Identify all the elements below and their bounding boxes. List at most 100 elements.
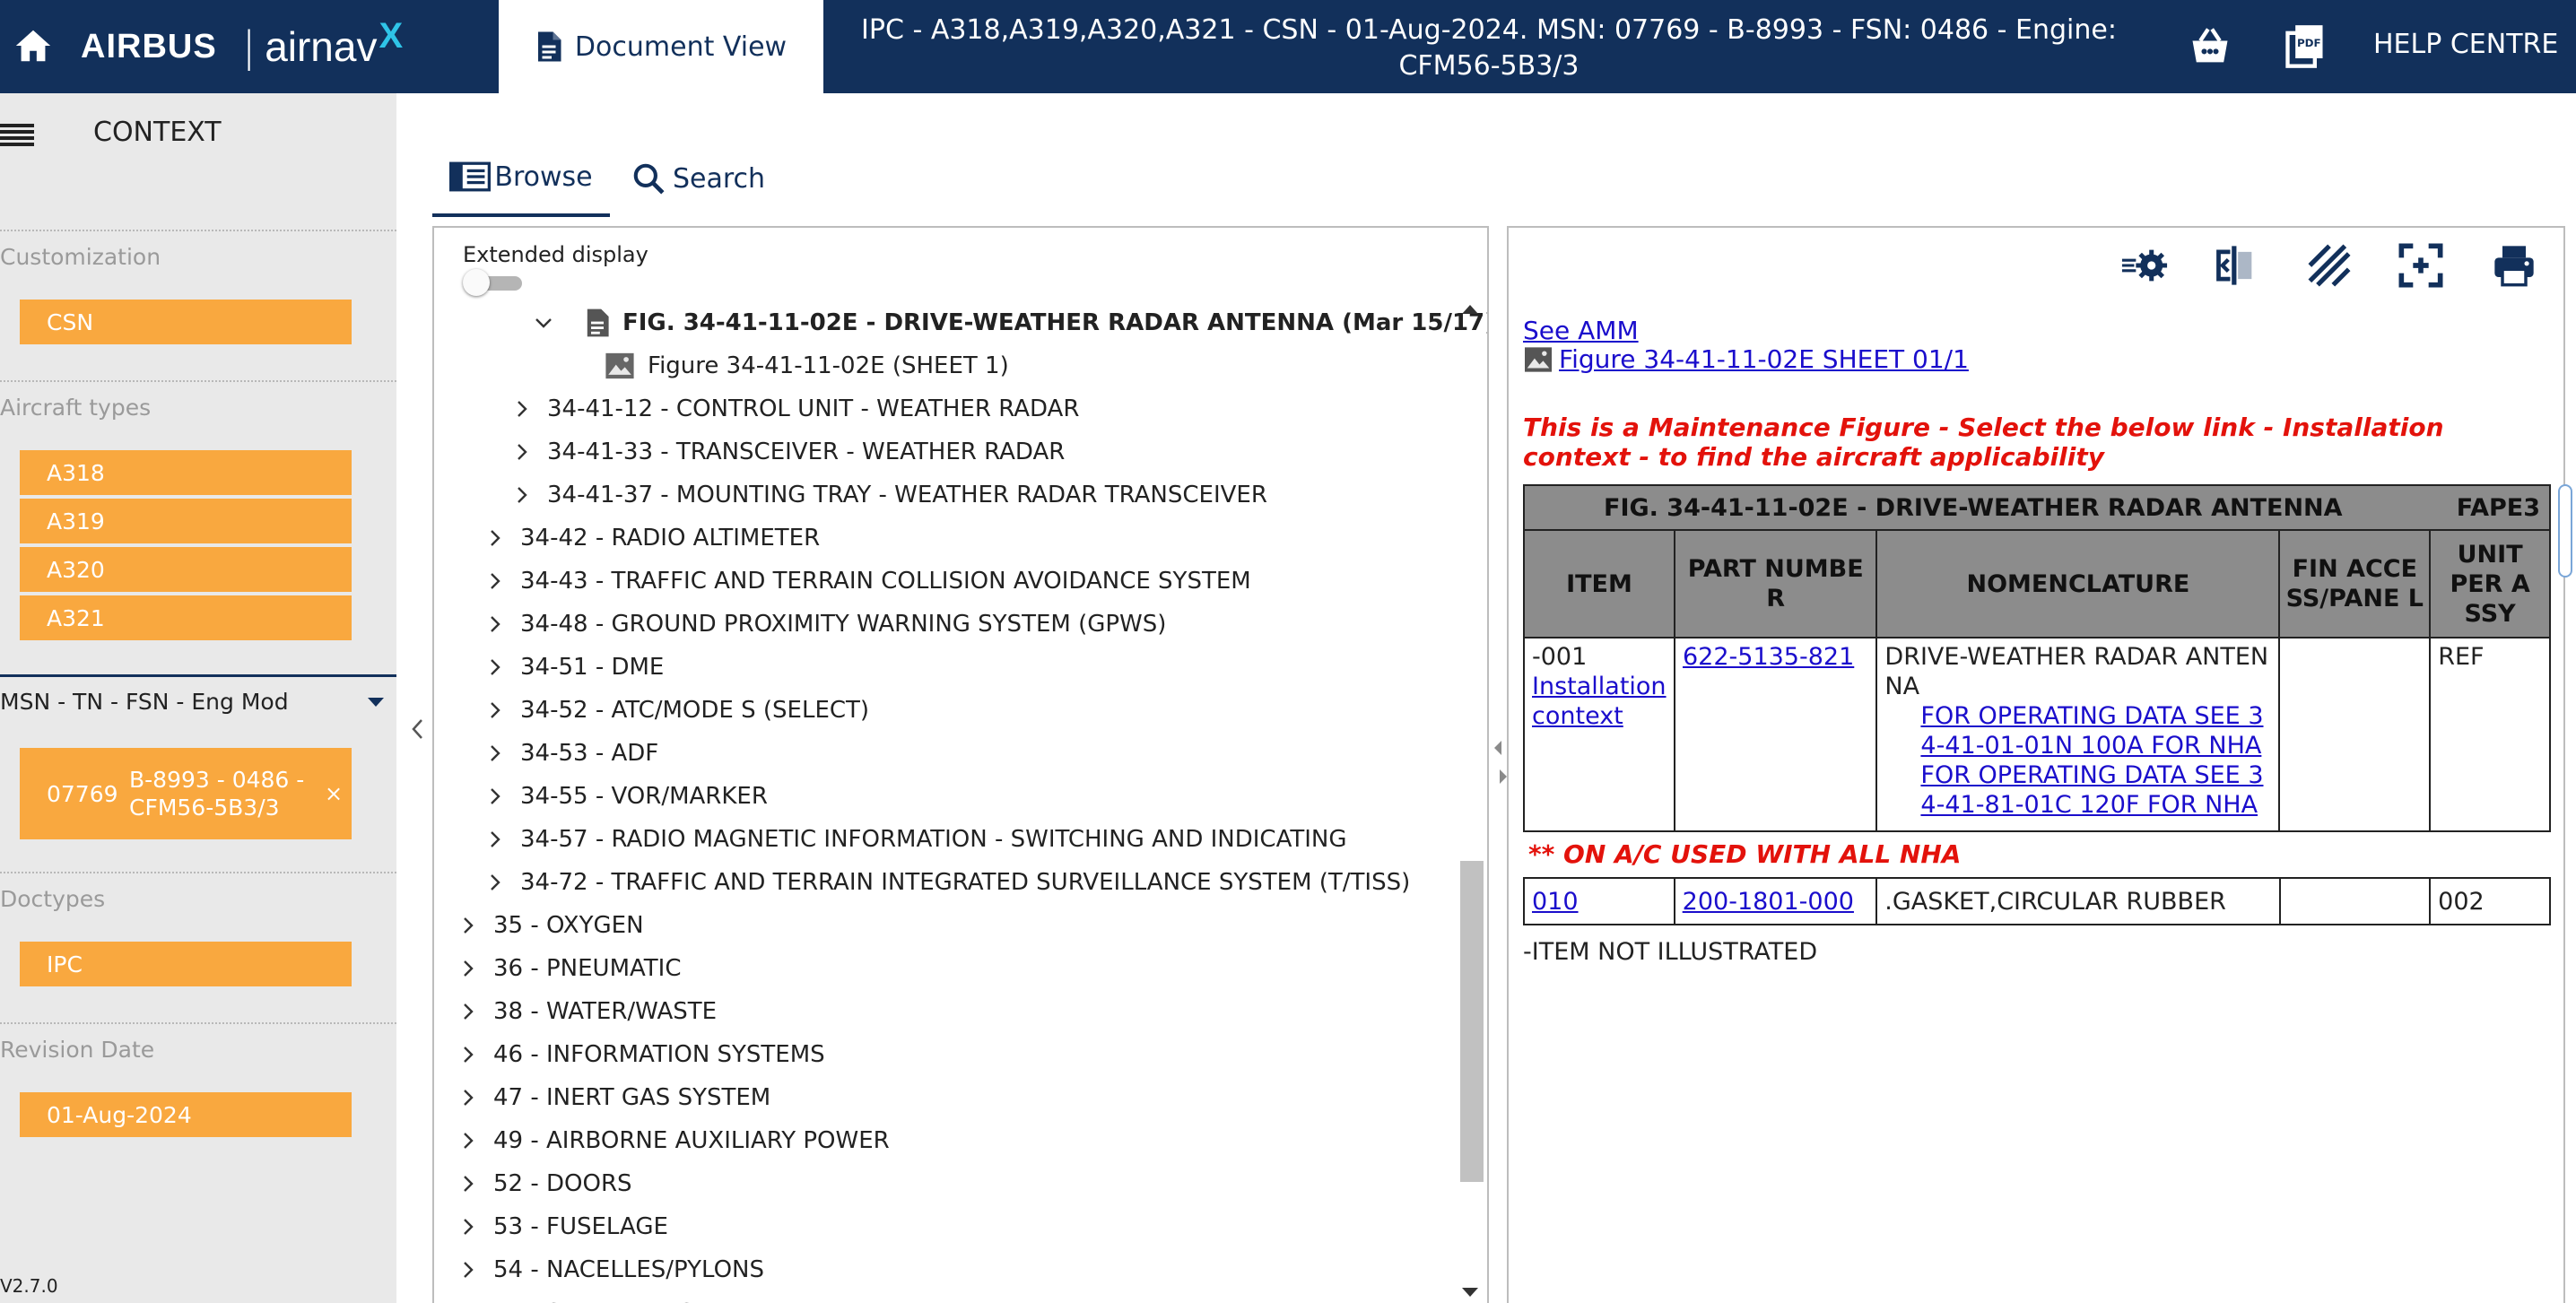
chevron-right-icon[interactable] [457,915,479,936]
chevron-right-icon[interactable] [457,1001,479,1022]
table-row: 010 200-1801-000 .GASKET,CIRCULAR RUBBER… [1523,877,2551,925]
tree-node[interactable]: Figure 34-41-11-02E (SHEET 1) [605,344,1009,387]
chevron-right-icon[interactable] [484,570,506,592]
msn-dropdown-caret-icon[interactable] [368,698,384,707]
chevron-right-icon[interactable] [511,398,533,420]
revision-date-chip[interactable]: 01-Aug-2024 [20,1092,352,1137]
pdf-icon-label: PDF [2297,37,2321,49]
tree-node[interactable]: 34-43 - TRAFFIC AND TERRAIN COLLISION AV… [484,560,1251,603]
part-number-link[interactable]: 200-1801-000 [1683,888,1854,916]
msn-remove-icon[interactable]: × [325,781,343,806]
tree-node-label: 55 - STABILIZERS [493,1299,694,1303]
tree-node[interactable]: 34-41-12 - CONTROL UNIT - WEATHER RADAR [511,387,1079,430]
tree-node[interactable]: 35 - OXYGEN [457,904,644,947]
installation-context-link[interactable]: Installation context [1532,672,1667,731]
part-number-link[interactable]: 622-5135-821 [1683,643,1854,671]
tree-node[interactable]: FIG. 34-41-11-02E - DRIVE-WEATHER RADAR … [533,301,1487,344]
figure-sheet-link[interactable]: Figure 34-41-11-02E SHEET 01/1 [1523,344,1969,374]
chevron-right-icon[interactable] [457,1173,479,1194]
context-sidebar: CONTEXT Customization CSN Aircraft types… [0,93,396,1303]
doctype-chip[interactable]: IPC [20,942,352,986]
hamburger-menu-icon[interactable] [0,118,36,151]
brand-separator: | [241,22,257,71]
tree-node[interactable]: 38 - WATER/WASTE [457,990,717,1033]
customization-chip[interactable]: CSN [20,300,352,344]
tree-node[interactable]: 34-72 - TRAFFIC AND TERRAIN INTEGRATED S… [484,861,1410,904]
tab-search[interactable]: Search [631,140,775,217]
image-icon [605,352,634,379]
operating-data-link[interactable]: FOR OPERATING DATA SEE 3 4-41-81-01C 120… [1884,760,2271,820]
see-amm-link[interactable]: See AMM [1523,316,1639,345]
basket-icon[interactable] [2187,23,2233,70]
tree-node[interactable]: 34-41-37 - MOUNTING TRAY - WEATHER RADAR… [511,473,1267,517]
home-icon[interactable] [13,25,54,66]
chevron-right-icon[interactable] [457,1044,479,1065]
tab-browse[interactable]: Browse [432,140,610,217]
fullscreen-icon[interactable] [2397,242,2445,289]
print-icon[interactable] [2490,242,2538,289]
aircraft-type-chip-label: A320 [47,556,105,583]
tree-node[interactable]: 46 - INFORMATION SYSTEMS [457,1033,825,1076]
chevron-right-icon[interactable] [484,829,506,850]
chevron-right-icon[interactable] [484,872,506,893]
chevron-right-icon[interactable] [484,786,506,807]
tree-node[interactable]: 34-52 - ATC/MODE S (SELECT) [484,689,869,732]
document-scrollbar-thumb[interactable] [2558,484,2572,578]
msn-detail: B-8993 - 0486 - CFM56-5B3/3 [129,767,305,821]
applicability-settings-icon[interactable] [2120,242,2169,289]
msn-section-border [0,674,396,677]
extended-display-toggle[interactable] [463,269,522,296]
pdf-icon[interactable]: PDF [2282,23,2328,70]
aircraft-type-chip[interactable]: A318 [20,450,352,495]
tab-document-view[interactable]: Document View [499,0,823,93]
chevron-right-icon[interactable] [457,1216,479,1238]
tree-node[interactable]: 53 - FUSELAGE [457,1205,668,1248]
tree-node[interactable]: 34-51 - DME [484,646,664,689]
tree-node[interactable]: 34-42 - RADIO ALTIMETER [484,517,820,560]
hatch-highlight-icon[interactable] [2305,242,2354,289]
aircraft-type-chip[interactable]: A319 [20,499,352,543]
tree-node[interactable]: 34-55 - VOR/MARKER [484,775,768,818]
chevron-right-icon[interactable] [484,743,506,764]
scroll-down-arrow-icon[interactable] [1462,1288,1478,1297]
nomenclature-text: DRIVE-WEATHER RADAR ANTEN NA [1884,643,2269,700]
collapse-sidebar-chevron-icon[interactable] [409,717,427,741]
chevron-right-icon[interactable] [511,441,533,463]
brand-logo[interactable]: AIRBUS | airnav X [81,16,403,72]
cell-unit: REF [2429,637,2551,832]
tree-node[interactable]: 49 - AIRBORNE AUXILIARY POWER [457,1119,890,1162]
tree-node-label: 49 - AIRBORNE AUXILIARY POWER [493,1127,890,1154]
tree-node[interactable]: 34-57 - RADIO MAGNETIC INFORMATION - SWI… [484,818,1346,861]
chevron-right-icon[interactable] [457,1130,479,1151]
chevron-right-icon[interactable] [511,484,533,506]
tree-node[interactable]: 47 - INERT GAS SYSTEM [457,1076,770,1119]
chevron-down-icon[interactable] [533,312,554,334]
tree-node-label: 47 - INERT GAS SYSTEM [493,1084,771,1111]
operating-data-link[interactable]: FOR OPERATING DATA SEE 3 4-41-01-01N 100… [1884,701,2271,760]
cell-item: 010 [1523,877,1675,925]
chevron-right-icon[interactable] [457,1087,479,1108]
item-number-link[interactable]: 010 [1532,888,1579,916]
tree-node[interactable]: 36 - PNEUMATIC [457,947,682,990]
compare-icon[interactable] [2212,242,2260,289]
tree-node[interactable]: 54 - NACELLES/PYLONS [457,1248,764,1291]
chevron-right-icon[interactable] [484,613,506,635]
help-centre-link[interactable]: HELP CENTRE [2373,29,2558,60]
tree-scrollbar[interactable] [1457,305,1487,1303]
brand-airnav: airnav [265,23,378,70]
chevron-right-icon[interactable] [457,958,479,979]
chevron-right-icon[interactable] [484,656,506,678]
tree-node[interactable]: 34-53 - ADF [484,732,658,775]
chevron-right-icon[interactable] [484,699,506,721]
aircraft-type-chip[interactable]: A320 [20,547,352,592]
tree-node[interactable]: 34-48 - GROUND PROXIMITY WARNING SYSTEM … [484,603,1166,646]
tree-node[interactable]: 52 - DOORS [457,1162,632,1205]
msn-chip[interactable]: 07769 B-8993 - 0486 - CFM56-5B3/3 × [20,748,352,839]
chevron-right-icon[interactable] [457,1259,479,1281]
tree-node[interactable]: 34-41-33 - TRANSCEIVER - WEATHER RADAR [511,430,1065,473]
aircraft-type-chip[interactable]: A321 [20,595,352,640]
scrollbar-thumb[interactable] [1460,861,1484,1182]
tree-node[interactable]: 55 - STABILIZERS [457,1291,694,1303]
scroll-up-arrow-icon[interactable] [1462,305,1478,314]
chevron-right-icon[interactable] [484,527,506,549]
